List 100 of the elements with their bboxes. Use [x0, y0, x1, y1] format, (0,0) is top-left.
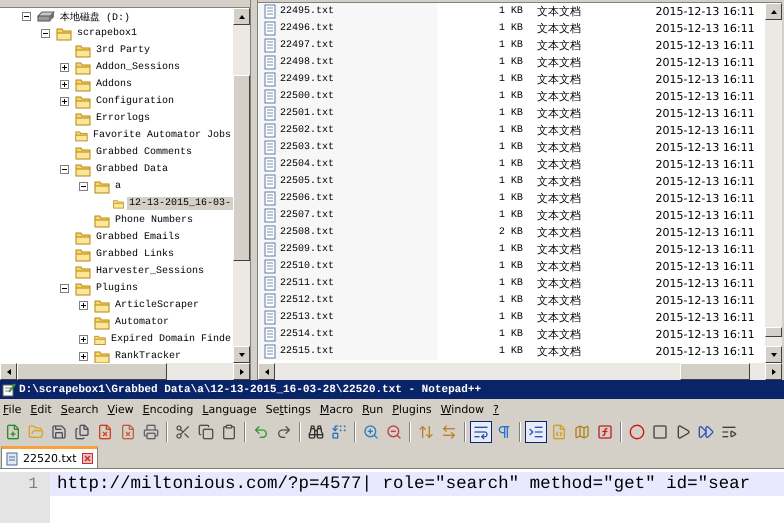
- expand-toggle[interactable]: [79, 301, 88, 310]
- file-name[interactable]: 22497.txt: [280, 40, 334, 51]
- scrollbar-thumb[interactable]: [233, 75, 250, 261]
- vertical-scrollbar[interactable]: [233, 8, 250, 363]
- tree-item[interactable]: Grabbed Links: [94, 248, 176, 261]
- collapse-toggle[interactable]: [22, 12, 31, 21]
- left-arrow-icon[interactable]: [262, 368, 270, 376]
- file-name[interactable]: 22510.txt: [280, 261, 334, 272]
- tree-item[interactable]: Favorite Automator Jobs: [90, 129, 233, 142]
- file-name[interactable]: 22505.txt: [280, 176, 334, 187]
- indent-guide-icon[interactable]: [525, 421, 547, 443]
- expand-toggle[interactable]: [60, 80, 69, 89]
- file-type: 文本文档: [536, 55, 582, 70]
- file-name[interactable]: 22500.txt: [280, 91, 334, 102]
- file-size: 1 KB: [498, 193, 523, 204]
- file-tab[interactable]: 22520.txt: [1, 446, 98, 468]
- file-name[interactable]: 22498.txt: [280, 57, 334, 68]
- menu-item[interactable]: Window: [440, 402, 484, 416]
- collapse-toggle[interactable]: [79, 182, 88, 191]
- file-name[interactable]: 22509.txt: [280, 244, 334, 255]
- file-name[interactable]: 22504.txt: [280, 159, 334, 170]
- tree-item[interactable]: Grabbed Data: [94, 163, 170, 176]
- tree-item[interactable]: Grabbed Emails: [94, 231, 182, 244]
- menu-item[interactable]: Macro: [320, 402, 354, 416]
- file-name[interactable]: 22512.txt: [280, 295, 334, 306]
- file-size: 1 KB: [498, 312, 523, 323]
- folder-icon: [75, 112, 91, 126]
- tree-item[interactable]: RankTracker: [113, 350, 184, 363]
- file-name[interactable]: 22508.txt: [280, 227, 334, 238]
- tree-item[interactable]: ArticleScraper: [113, 299, 202, 312]
- file-name[interactable]: 22501.txt: [280, 108, 334, 119]
- menu-item[interactable]: File: [3, 402, 22, 416]
- up-arrow-icon[interactable]: [238, 12, 246, 20]
- menu-item[interactable]: Settings: [266, 402, 311, 416]
- word-wrap-icon[interactable]: [470, 421, 492, 443]
- horizontal-scrollbar[interactable]: [258, 363, 782, 380]
- tree-item[interactable]: Addon_Sessions: [94, 61, 182, 74]
- file-name[interactable]: 22495.txt: [280, 6, 334, 17]
- file-name[interactable]: 22496.txt: [280, 23, 334, 34]
- tree-item[interactable]: Expired Domain Finde: [108, 333, 233, 346]
- tree-item[interactable]: 3rd Party: [94, 44, 152, 57]
- modified-date: 2015-12-13 16:11: [655, 328, 756, 341]
- expand-toggle[interactable]: [79, 352, 88, 361]
- horizontal-scrollbar[interactable]: [0, 363, 250, 380]
- file-type: 文本文档: [536, 344, 582, 359]
- file-name[interactable]: 22514.txt: [280, 329, 334, 340]
- menu-item[interactable]: View: [108, 402, 134, 416]
- tree-item[interactable]: Automator: [113, 316, 172, 329]
- file-name[interactable]: 22515.txt: [280, 346, 334, 357]
- right-arrow-icon[interactable]: [770, 368, 778, 376]
- scrollbar-thumb[interactable]: [765, 327, 782, 337]
- expand-toggle[interactable]: [60, 63, 69, 72]
- vertical-scrollbar[interactable]: [765, 3, 782, 363]
- tree-item[interactable]: Phone Numbers: [113, 214, 196, 227]
- tree-item[interactable]: scrapebox1: [75, 27, 140, 40]
- expand-toggle[interactable]: [60, 97, 69, 106]
- tree-item[interactable]: a: [113, 180, 124, 193]
- menu-item[interactable]: Plugins: [392, 402, 432, 416]
- collapse-toggle[interactable]: [60, 284, 69, 293]
- file-type: 文本文档: [536, 4, 582, 19]
- expand-toggle[interactable]: [79, 335, 88, 344]
- menu-item[interactable]: Edit: [30, 402, 52, 416]
- modified-date: 2015-12-13 16:11: [655, 73, 756, 86]
- tree-item[interactable]: Errorlogs: [94, 112, 152, 125]
- modified-date: 2015-12-13 16:11: [655, 158, 756, 171]
- scrollbar-thumb[interactable]: [680, 363, 750, 380]
- menu-item[interactable]: ?: [493, 402, 499, 416]
- menu-item[interactable]: Run: [362, 402, 384, 416]
- tree-item[interactable]: 12-13-2015_16-03-: [126, 197, 233, 210]
- menu-item[interactable]: Encoding: [142, 402, 194, 416]
- down-arrow-icon[interactable]: [770, 350, 778, 358]
- file-type: 文本文档: [536, 140, 582, 155]
- modified-date: 2015-12-13 16:11: [655, 209, 756, 222]
- modified-date: 2015-12-13 16:11: [655, 243, 756, 256]
- tree-item[interactable]: Addons: [94, 78, 134, 91]
- tree-item[interactable]: Plugins: [94, 282, 140, 295]
- file-name[interactable]: 22513.txt: [280, 312, 334, 323]
- left-arrow-icon[interactable]: [4, 368, 12, 376]
- collapse-toggle[interactable]: [60, 165, 69, 174]
- file-name[interactable]: 22507.txt: [280, 210, 334, 221]
- file-name[interactable]: 22502.txt: [280, 125, 334, 136]
- collapse-toggle[interactable]: [41, 29, 50, 38]
- tree-item[interactable]: Grabbed Comments: [94, 146, 194, 159]
- file-size: 1 KB: [498, 346, 523, 357]
- file-name[interactable]: 22503.txt: [280, 142, 334, 153]
- tree-item[interactable]: Harvester_Sessions: [94, 265, 206, 278]
- tree-item[interactable]: Configuration: [94, 95, 176, 108]
- scrollbar-thumb[interactable]: [17, 363, 167, 380]
- file-name[interactable]: 22506.txt: [280, 193, 334, 204]
- close-icon[interactable]: [82, 453, 93, 464]
- right-arrow-icon[interactable]: [238, 368, 246, 376]
- file-name[interactable]: 22511.txt: [280, 278, 334, 289]
- down-arrow-icon[interactable]: [238, 350, 246, 358]
- file-name[interactable]: 22499.txt: [280, 74, 334, 85]
- window-title: D:\scrapebox1\Grabbed Data\a\12-13-2015_16-03-28\22520.txt - Notepad++: [19, 384, 482, 396]
- menu-item[interactable]: Language: [202, 402, 257, 416]
- file-size: 1 KB: [498, 74, 523, 85]
- menu-item[interactable]: Search: [60, 402, 99, 416]
- tree-item[interactable]: 本地磁盘 (D:): [58, 8, 132, 24]
- up-arrow-icon[interactable]: [770, 8, 778, 16]
